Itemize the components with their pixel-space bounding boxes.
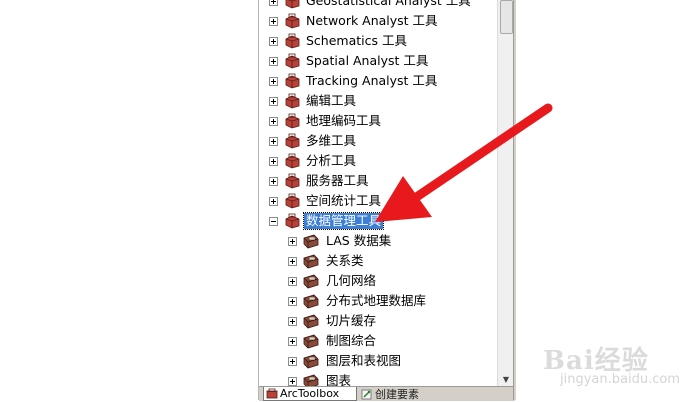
tree-item-label: 分析工具 [306, 153, 357, 168]
tree-item-label: 图表 [326, 373, 352, 386]
toolbox-icon [285, 73, 300, 89]
expand-plus-icon[interactable] [269, 36, 278, 46]
tree-item-label: 空间统计工具 [306, 193, 382, 208]
expand-plus-icon[interactable] [288, 276, 297, 286]
expand-plus-icon[interactable] [288, 296, 297, 306]
expand-plus-icon[interactable] [288, 336, 297, 346]
toolbox-row[interactable]: 地理编码工具 [269, 111, 383, 131]
tree-item-label: 分布式地理数据库 [326, 293, 427, 308]
toolbox-row[interactable]: 分析工具 [269, 151, 358, 171]
toolbox-icon [285, 193, 300, 209]
tree-item-label: 制图综合 [326, 333, 377, 348]
expand-plus-icon[interactable] [288, 236, 297, 246]
toolbox-icon [285, 93, 300, 109]
toolbox-row[interactable]: 多维工具 [269, 131, 358, 151]
toolbox-row[interactable]: Spatial Analyst 工具 [269, 51, 430, 71]
expand-plus-icon[interactable] [288, 316, 297, 326]
toolbox-icon [285, 33, 300, 49]
toolbox-row[interactable]: 数据管理工具 [269, 211, 385, 231]
toolbox-icon [285, 133, 300, 149]
expand-plus-icon[interactable] [288, 356, 297, 366]
expand-plus-icon[interactable] [269, 156, 278, 166]
toolbox-icon [285, 113, 300, 129]
tree-item-label: LAS 数据集 [326, 233, 392, 248]
expand-plus-icon[interactable] [269, 56, 278, 66]
vertical-scrollbar[interactable]: ▼ [497, 0, 514, 386]
toolbox-icon [285, 0, 300, 9]
expand-plus-icon[interactable] [269, 96, 278, 106]
toolset-row[interactable]: LAS 数据集 [288, 231, 393, 251]
toolbox-row[interactable]: Tracking Analyst 工具 [269, 71, 439, 91]
toolset-icon [303, 334, 319, 349]
create-features-icon [361, 389, 372, 399]
tree-item-label: Geostatistical Analyst 工具 [306, 0, 471, 8]
tree-item-label: 几何网络 [326, 273, 377, 288]
toolset-icon [303, 354, 319, 369]
expand-plus-icon[interactable] [269, 76, 278, 86]
toolbox-row[interactable]: 空间统计工具 [269, 191, 383, 211]
toolset-icon [303, 374, 319, 386]
tree-item-label: 地理编码工具 [306, 113, 382, 128]
toolset-row[interactable]: 分布式地理数据库 [288, 291, 428, 311]
toolset-row[interactable]: 关系类 [288, 251, 366, 271]
toolset-icon [303, 314, 319, 329]
tree-item-label: 关系类 [326, 253, 364, 268]
expand-plus-icon[interactable] [269, 196, 278, 206]
tree-item-label: 多维工具 [306, 133, 357, 148]
toolbox-row[interactable]: Schematics 工具 [269, 31, 409, 51]
toolbox-icon [285, 173, 300, 189]
expand-plus-icon[interactable] [269, 136, 278, 146]
expand-plus-icon[interactable] [269, 116, 278, 126]
toolset-row[interactable]: 几何网络 [288, 271, 378, 291]
tree-item-label: 切片缓存 [326, 313, 377, 328]
toolbox-row[interactable]: Network Analyst 工具 [269, 11, 440, 31]
tab-label: ArcToolbox [280, 387, 340, 400]
toolbox-icon [285, 13, 300, 29]
toolset-icon [303, 294, 319, 309]
tree-item-label: Spatial Analyst 工具 [306, 53, 429, 68]
tree-item-label: 服务器工具 [306, 173, 369, 188]
toolbox-row[interactable]: 编辑工具 [269, 91, 358, 111]
expand-plus-icon[interactable] [288, 376, 297, 386]
expand-plus-icon[interactable] [288, 256, 297, 266]
tab-arctoolbox[interactable]: ArcToolbox [263, 387, 357, 401]
toolbox-row[interactable]: Geostatistical Analyst 工具 [269, 0, 473, 11]
toolset-row[interactable]: 制图综合 [288, 331, 378, 351]
toolset-row[interactable]: 图表 [288, 371, 353, 386]
scrollbar-thumb[interactable] [500, 0, 513, 34]
toolbox-icon [285, 213, 300, 229]
toolset-row[interactable]: 图层和表视图 [288, 351, 403, 371]
expand-plus-icon[interactable] [269, 16, 278, 26]
toolset-icon [303, 254, 319, 269]
watermark-url: jingyan.baidu.com [560, 372, 680, 387]
tree-item-label: 编辑工具 [306, 93, 357, 108]
panel-splitter[interactable] [513, 0, 516, 400]
expand-plus-icon[interactable] [269, 0, 278, 6]
toolset-row[interactable]: 切片缓存 [288, 311, 378, 331]
expand-plus-icon[interactable] [269, 176, 278, 186]
tree-item-label: 数据管理工具 [302, 212, 385, 230]
toolbox-icon [285, 153, 300, 169]
toolset-icon [303, 234, 319, 249]
collapse-minus-icon[interactable] [269, 216, 278, 226]
tree-item-label: 图层和表视图 [326, 353, 402, 368]
toolbox-icon [266, 388, 278, 399]
tree-item-label: Tracking Analyst 工具 [306, 73, 438, 88]
toolbox-tree[interactable]: Geostatistical Analyst 工具 Network Analyst… [259, 0, 497, 386]
tree-item-label: Network Analyst 工具 [306, 13, 438, 28]
tab-create-features[interactable]: 创建要素 [359, 387, 437, 401]
toolset-icon [303, 274, 319, 289]
panel-tab-strip: ArcToolbox 创建要素 [259, 386, 515, 401]
toolbox-row[interactable]: 服务器工具 [269, 171, 371, 191]
scroll-down-arrow-icon[interactable]: ▼ [498, 372, 514, 386]
tree-item-label: Schematics 工具 [306, 33, 407, 48]
toolbox-icon [285, 53, 300, 69]
arctoolbox-panel: Geostatistical Analyst 工具 Network Analyst… [258, 0, 515, 401]
